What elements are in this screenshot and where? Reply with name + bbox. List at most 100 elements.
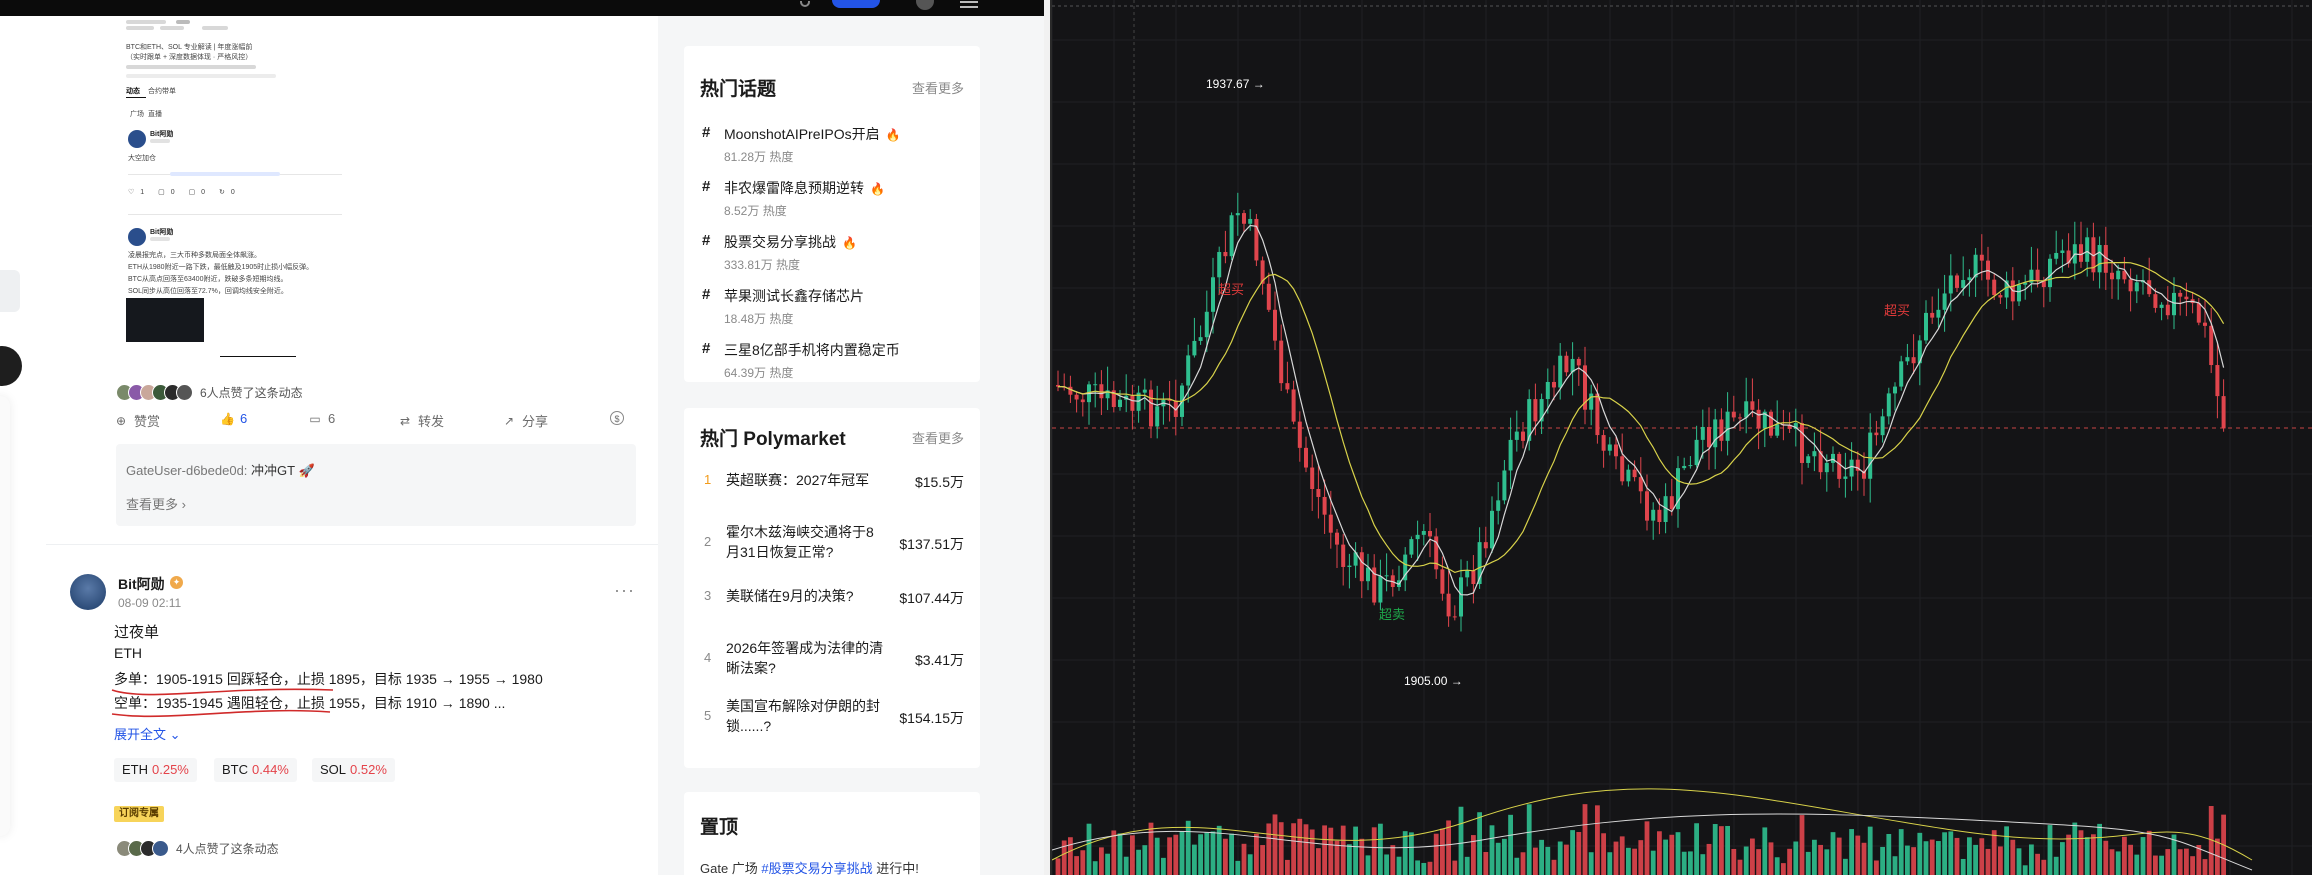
volume-bar (1092, 861, 1098, 875)
candle-body (2203, 322, 2207, 326)
volume-bar (1489, 825, 1495, 875)
volume-bar (1719, 826, 1724, 875)
polymarket-item[interactable]: 2 霍尔木兹海峡交通将于8月31日恢复正常? $137.51万 (700, 522, 964, 566)
volume-bar (1781, 863, 1786, 875)
topic-title: MoonshotAIPreIPOs开启 🔥 (724, 126, 901, 142)
candle-body (1719, 419, 1724, 441)
candle-body (1725, 411, 1730, 441)
volume-bar (2022, 865, 2028, 875)
volume-bar (1632, 848, 1637, 875)
thumb-line (126, 74, 276, 78)
candle-body (2178, 292, 2183, 297)
candlestick-chart[interactable]: 1937.67 → 1905.00 → 超买 超买 超卖 (1052, 0, 2312, 875)
volume-bar (1421, 862, 1427, 875)
ticker-chip[interactable]: ETH 0.25% (114, 758, 197, 782)
volume-bar (1371, 827, 1377, 875)
candle-body (1198, 337, 1203, 341)
expand-full-text-link[interactable]: 展开全文 ⌄ (114, 724, 181, 743)
volume-bar (1830, 832, 1836, 875)
post-image-attachment[interactable]: BTC和ETH、SOL 专业解读 | 年度涨幅前 （实时跟单 + 深度数据体现 … (120, 16, 356, 362)
author-name[interactable]: Bit阿勋 (118, 574, 165, 594)
liker-avatars[interactable]: 6人点赞了这条动态 (116, 384, 303, 401)
candle-body (1421, 530, 1426, 535)
volume-bar (2140, 837, 2146, 875)
thumb-avatar (128, 228, 146, 246)
volume-bar (1322, 825, 1327, 875)
share-button[interactable]: ↗ 分享 (502, 411, 548, 430)
volume-bar (1793, 841, 1799, 875)
liker-avatars[interactable]: 4人点赞了这条动态 (116, 840, 279, 857)
volume-bar (1607, 852, 1613, 875)
primary-action-button[interactable] (832, 0, 880, 8)
post-divider (46, 544, 658, 545)
volume-bar (1557, 841, 1563, 875)
polymarket-more-link[interactable]: 查看更多 (912, 428, 964, 447)
candle-body (1744, 401, 1749, 418)
volume-bar (1241, 843, 1247, 875)
candle-body (1130, 395, 1135, 411)
hot-topics-more-link[interactable]: 查看更多 (912, 78, 964, 97)
candle-body (1068, 386, 1073, 395)
candle-body (1328, 514, 1333, 533)
volume-bar (1576, 832, 1582, 875)
tip-button[interactable]: $ (610, 411, 630, 425)
volume-bar (1086, 823, 1092, 875)
volume-bar (1161, 857, 1166, 875)
ticker-change: 0.52% (350, 762, 387, 777)
volume-bar (2097, 823, 2102, 875)
volume-bar (1539, 839, 1544, 875)
chart-canvas[interactable] (1052, 0, 2312, 875)
candle-body (1868, 432, 1873, 479)
volume-bar (1334, 840, 1340, 875)
candle-body (1880, 416, 1885, 436)
volume-bar (1328, 827, 1334, 875)
share-icon: ↗ (503, 413, 515, 428)
sidebar-round-button[interactable] (0, 346, 22, 386)
repost-button[interactable]: ⇄ 转发 (398, 411, 444, 430)
like-button[interactable]: 👍 6 (220, 411, 247, 426)
volume-bar (2159, 855, 2164, 875)
polymarket-item[interactable]: 4 2026年签署成为法律的清晰法案? $3.41万 (700, 638, 964, 682)
comment-user[interactable]: GateUser-d6bede0d: (126, 463, 247, 478)
author-avatar[interactable] (70, 574, 106, 610)
pinned-hashtag-link[interactable]: #股票交易分享挑战 (761, 861, 872, 875)
more-options-icon[interactable]: ··· (614, 580, 635, 601)
comment-preview[interactable]: GateUser-d6bede0d: 冲冲GT 🚀 查看更多 › (116, 444, 636, 526)
reward-button[interactable]: ⊕ 赞赏 (114, 411, 160, 430)
polymarket-item[interactable]: 3 美联储在9月的决策? $107.44万 (700, 588, 964, 632)
thumb-line (176, 20, 190, 24)
ticker-chip[interactable]: BTC 0.44% (214, 758, 297, 782)
volume-bar (1502, 838, 1507, 875)
volume-bar (1737, 859, 1743, 875)
comment-button[interactable]: ▭ 6 (308, 411, 335, 426)
candle-body (1291, 389, 1296, 422)
volume-bar (1867, 826, 1873, 875)
user-avatar[interactable] (916, 0, 934, 10)
volume-bar (1223, 838, 1228, 875)
search-icon[interactable] (800, 1, 810, 7)
polymarket-item[interactable]: 5 美国宣布解除对伊朗的封锁......? $154.15万 (700, 696, 964, 740)
candle-body (1924, 312, 1928, 341)
candle-body (1756, 409, 1761, 429)
thumb-line (202, 26, 228, 30)
sidebar-tab[interactable] (0, 270, 20, 312)
volume-bar (1123, 856, 1129, 875)
candle-body (1558, 355, 1563, 388)
polymarket-rank: 3 (704, 588, 712, 603)
candle-body (1992, 279, 1997, 296)
menu-icon[interactable] (960, 1, 978, 8)
volume-bar (2041, 859, 2047, 875)
ticker-chip[interactable]: SOL 0.52% (312, 758, 395, 782)
volume-bar (1886, 833, 1892, 875)
view-more-comments[interactable]: 查看更多 › (126, 494, 186, 513)
thumb-line (150, 237, 170, 241)
polymarket-volume: $15.5万 (914, 474, 964, 490)
candle-body (1080, 399, 1085, 403)
volume-bar (2146, 830, 2152, 875)
candle-body (2165, 304, 2170, 316)
candle-body (1669, 496, 1674, 510)
polymarket-item[interactable]: 1 英超联赛：2027年冠军 $15.5万 (700, 472, 964, 516)
candle-body (1279, 340, 1284, 384)
candle-body (1415, 534, 1420, 540)
volume-bar (1960, 858, 1966, 875)
